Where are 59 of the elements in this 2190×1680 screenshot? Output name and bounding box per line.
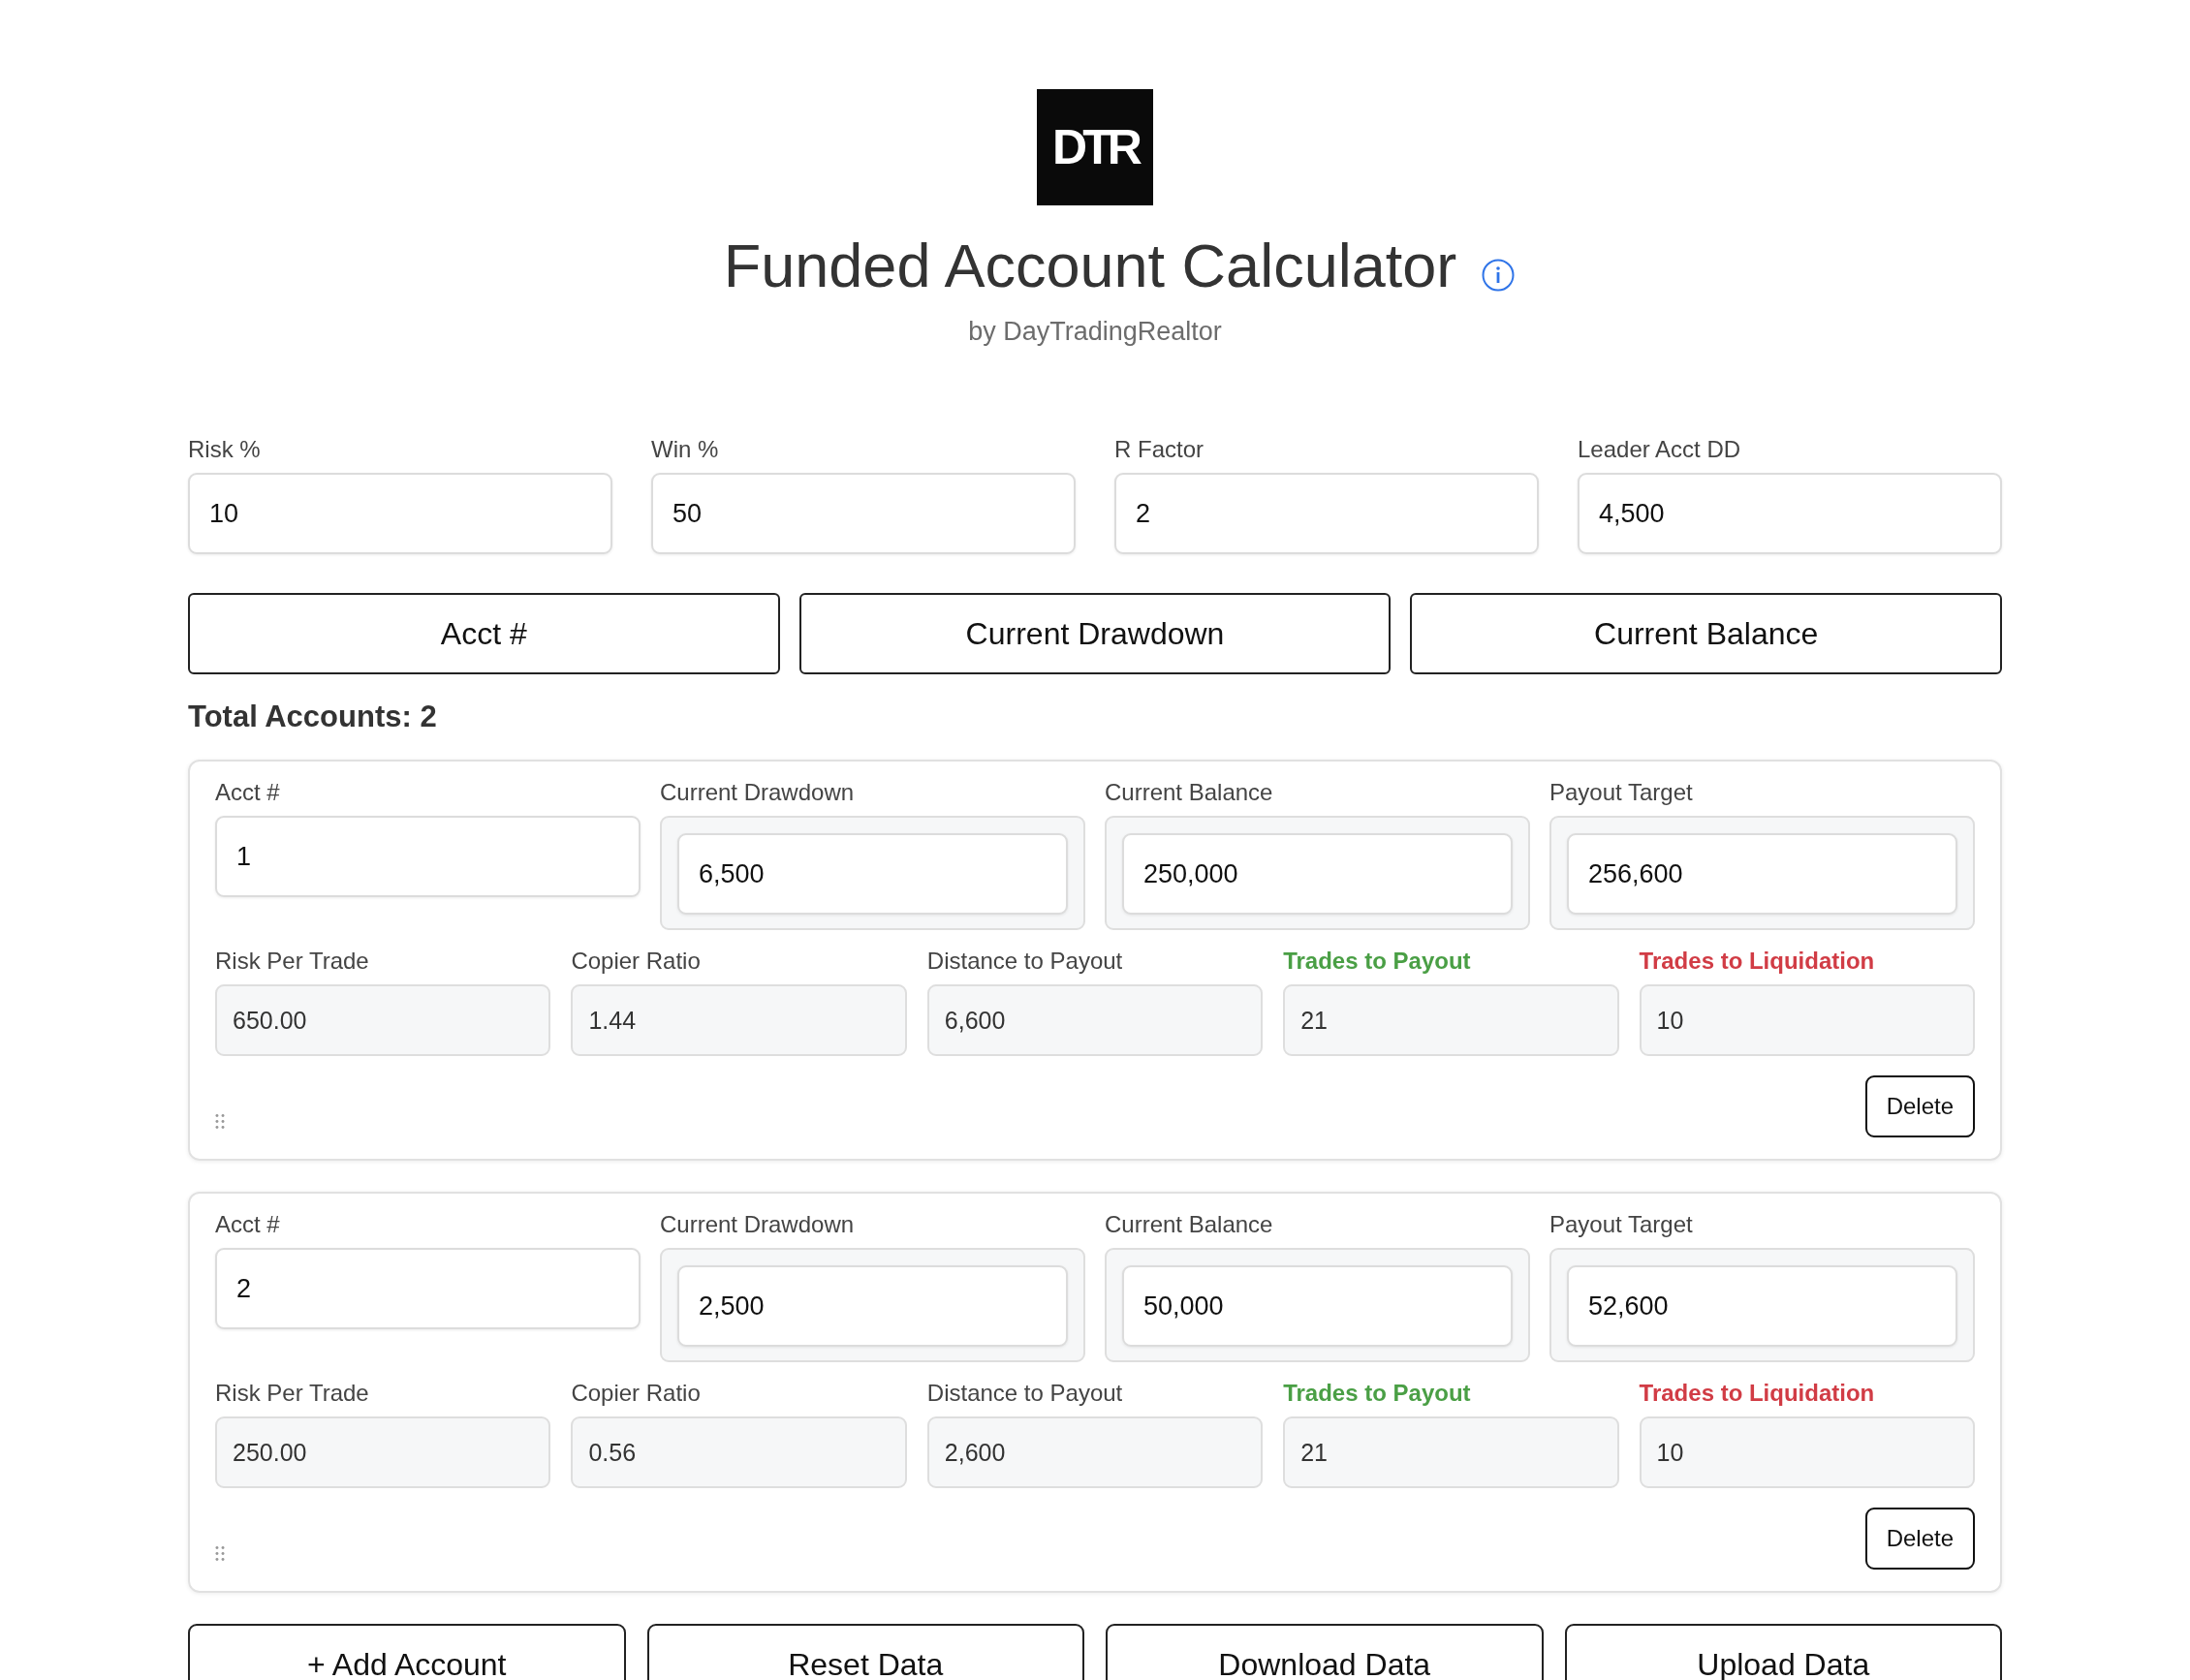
field-label: Trades to Payout [1283, 1380, 1472, 1408]
input-field[interactable]: 52,600 [1567, 1265, 1957, 1348]
total-accounts: Total Accounts: 2 [188, 700, 438, 735]
field-label: Trades to Payout [1283, 948, 1472, 976]
sort-button[interactable]: Acct # [188, 593, 780, 675]
input-field[interactable]: 6,500 [677, 833, 1068, 916]
field-label: Risk % [188, 436, 262, 464]
output-field[interactable]: 10 [1639, 1416, 1975, 1489]
input-field[interactable]: 1 [215, 816, 641, 898]
field-label: Current Balance [1105, 779, 1274, 807]
input-field[interactable]: 4,500 [1578, 473, 2002, 555]
input-field[interactable]: 250,000 [1122, 833, 1513, 916]
field-label: Leader Acct DD [1578, 436, 1742, 464]
field-label: R Factor [1114, 436, 1204, 464]
field-label: Distance to Payout [926, 948, 1124, 976]
sort-button[interactable]: Current Balance [1410, 593, 2002, 675]
subtitle: by DayTradingRealtor [968, 317, 1222, 348]
input-field[interactable]: 50,000 [1122, 1265, 1513, 1348]
field-label: Current Drawdown [660, 1211, 856, 1239]
field-label: Payout Target [1549, 1211, 1694, 1239]
logo: DTR [1037, 89, 1153, 205]
action-button[interactable]: Reset Data [646, 1624, 1084, 1680]
output-field[interactable]: 2,600 [926, 1416, 1264, 1489]
field-label: Current Balance [1105, 1211, 1274, 1239]
drag-handle-icon[interactable] [215, 1545, 225, 1563]
info-icon[interactable] [1482, 258, 1516, 292]
output-field[interactable]: 6,600 [926, 984, 1264, 1057]
field-label: Risk Per Trade [215, 948, 370, 976]
field-label: Payout Target [1549, 779, 1694, 807]
sort-button[interactable]: Current Drawdown [798, 593, 1392, 675]
input-field[interactable]: 2 [215, 1248, 641, 1330]
input-field[interactable]: 2 [1114, 473, 1539, 555]
action-button[interactable]: Download Data [1106, 1624, 1544, 1680]
output-field[interactable]: 21 [1283, 1416, 1619, 1489]
field-label: Win % [651, 436, 720, 464]
output-field[interactable]: 1.44 [571, 984, 907, 1057]
delete-button[interactable]: Delete [1864, 1508, 1975, 1571]
field-label: Trades to Liquidation [1639, 1380, 1876, 1408]
field-label: Trades to Liquidation [1639, 948, 1876, 976]
field-label: Acct # [215, 1211, 281, 1239]
action-button[interactable]: + Add Account [188, 1624, 626, 1680]
input-field[interactable]: 2,500 [677, 1265, 1068, 1348]
delete-button[interactable]: Delete [1864, 1075, 1975, 1138]
input-field[interactable]: 50 [651, 473, 1076, 555]
field-label: Risk Per Trade [215, 1380, 370, 1408]
output-field[interactable]: 21 [1283, 984, 1619, 1057]
field-label: Acct # [215, 779, 281, 807]
page-title: Funded Account Calculator [723, 233, 1457, 300]
field-label: Current Drawdown [660, 779, 856, 807]
input-field[interactable]: 256,600 [1567, 833, 1957, 916]
output-field[interactable]: 250.00 [215, 1416, 551, 1489]
drag-handle-icon[interactable] [215, 1113, 225, 1131]
field-label: Copier Ratio [571, 1380, 702, 1408]
field-label: Copier Ratio [571, 948, 702, 976]
output-field[interactable]: 10 [1639, 984, 1975, 1057]
input-field[interactable]: 10 [188, 473, 612, 555]
field-label: Distance to Payout [926, 1380, 1124, 1408]
output-field[interactable]: 650.00 [215, 984, 551, 1057]
output-field[interactable]: 0.56 [571, 1416, 907, 1489]
